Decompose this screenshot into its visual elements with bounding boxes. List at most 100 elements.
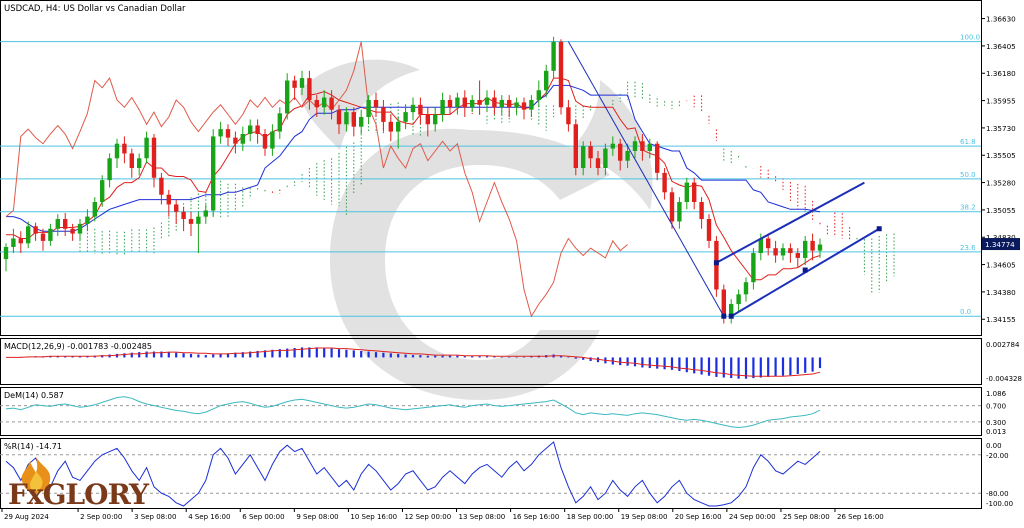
candle-body: [85, 216, 90, 224]
candle-body: [447, 99, 453, 108]
candle-body: [285, 80, 290, 114]
candle-body: [233, 137, 238, 144]
candle-body: [181, 211, 186, 220]
candle-body: [662, 172, 667, 193]
candle-body: [322, 97, 327, 108]
fib-label: 0.0: [960, 308, 971, 316]
candle-body: [603, 148, 608, 168]
candle-body: [692, 182, 697, 203]
candle-body: [270, 131, 275, 149]
price-tick-label: 1.35280: [986, 179, 1016, 188]
candle-body: [551, 41, 556, 71]
time-tick-label: 25 Sep 08:00: [783, 513, 830, 521]
chart-canvas: 100.0 61.8 50.0 38.2 23.6 0.0 1.36630 1.36405 1…: [0, 0, 1024, 524]
candle-body: [48, 228, 53, 241]
candle-body: [810, 240, 815, 251]
candle-body: [455, 97, 460, 108]
price-tick-label: 1.34155: [986, 315, 1016, 324]
time-tick-label: 13 Sep 08:00: [459, 513, 506, 521]
dem-title: DeM(14) 0.587: [4, 391, 64, 400]
candle-body: [795, 253, 800, 258]
price-tick-label: 1.35505: [986, 151, 1016, 160]
candle-body: [566, 107, 571, 125]
candle-body: [433, 114, 438, 125]
candle-body: [558, 41, 564, 108]
candle-body: [610, 143, 615, 149]
macd-tick-label: 0.002784: [986, 341, 1020, 349]
candle-body: [677, 202, 682, 222]
candle-body: [18, 238, 23, 244]
candle-body: [425, 114, 430, 125]
candle-body: [521, 102, 527, 110]
fib-label: 38.2: [960, 204, 976, 212]
time-tick-label: 10 Sep 16:00: [350, 513, 397, 521]
price-tick-label: 1.34605: [986, 261, 1016, 270]
candle-body: [581, 146, 586, 168]
fib-label: 23.6: [960, 244, 976, 252]
candle-body: [240, 133, 245, 144]
candle-body: [196, 216, 201, 224]
time-tick-label: 16 Sep 16:00: [513, 513, 560, 521]
candle-body: [92, 202, 97, 217]
anchor-point: [721, 313, 727, 319]
price-tick-label: 1.35730: [986, 124, 1016, 133]
candle-body: [403, 112, 408, 122]
candle-body: [151, 137, 157, 178]
time-tick-label: 12 Sep 00:00: [404, 513, 451, 521]
price-tick-label: 1.36405: [986, 42, 1016, 51]
candle-body: [669, 192, 675, 222]
dem-tick-label: 1.086: [986, 390, 1007, 398]
candle-body: [699, 202, 704, 220]
time-tick-label: 24 Sep 00:00: [729, 513, 776, 521]
price-tick-label: 1.36180: [986, 69, 1016, 78]
candle-body: [225, 129, 231, 138]
candle-body: [640, 141, 645, 151]
price-tick-label: 1.34380: [986, 288, 1016, 297]
candle-body: [203, 210, 208, 217]
fib-label: 100.0: [960, 34, 980, 42]
candle-body: [40, 233, 46, 241]
candle-body: [70, 228, 75, 234]
candle-body: [174, 204, 179, 212]
wpr-tick-label: 0.00: [986, 442, 1002, 450]
candle-body: [292, 80, 297, 88]
chart-window: 100.0 61.8 50.0 38.2 23.6 0.0 1.36630 1.36405 1…: [0, 0, 1024, 524]
candle-body: [573, 124, 578, 168]
macd-tick-label: -0.004328: [986, 375, 1022, 383]
candle-body: [492, 97, 497, 108]
candle-body: [248, 125, 253, 134]
dem-tick-label: 0.013: [986, 428, 1006, 436]
time-tick-label: 6 Sep 00:00: [242, 513, 284, 521]
candle-body: [588, 146, 593, 159]
candle-body: [507, 99, 512, 108]
candle-body: [743, 282, 749, 295]
candle-body: [706, 219, 712, 241]
candle-body: [647, 143, 652, 151]
candle-body: [255, 125, 260, 134]
candle-body: [3, 246, 9, 260]
candle-body: [344, 112, 349, 125]
time-tick-label: 26 Sep 16:00: [837, 513, 884, 521]
anchor-point: [728, 313, 734, 319]
candle-body: [544, 70, 549, 91]
candle-body: [766, 238, 771, 249]
candle-body: [314, 99, 319, 108]
candle-body: [477, 99, 482, 105]
candle-body: [632, 141, 638, 151]
wpr-tick-label: -20.00: [986, 452, 1009, 460]
current-price-label: 1.34774: [985, 240, 1015, 249]
candle-body: [410, 104, 416, 113]
time-tick-label: 20 Sep 16:00: [675, 513, 722, 521]
candle-body: [470, 99, 475, 108]
candle-body: [721, 289, 726, 317]
candle-body: [307, 78, 312, 100]
wpr-tick-label: -100.00: [986, 500, 1013, 508]
candle: [573, 119, 578, 176]
candle-body: [655, 143, 660, 173]
candle-body: [218, 129, 223, 137]
macd-title: MACD(12,26,9) -0.001783 -0.002485: [4, 342, 152, 351]
time-tick-label: 3 Sep 08:00: [134, 513, 176, 521]
candle-body: [736, 294, 741, 305]
candle-body: [33, 226, 38, 234]
price-tick-label: 1.36630: [986, 15, 1016, 24]
